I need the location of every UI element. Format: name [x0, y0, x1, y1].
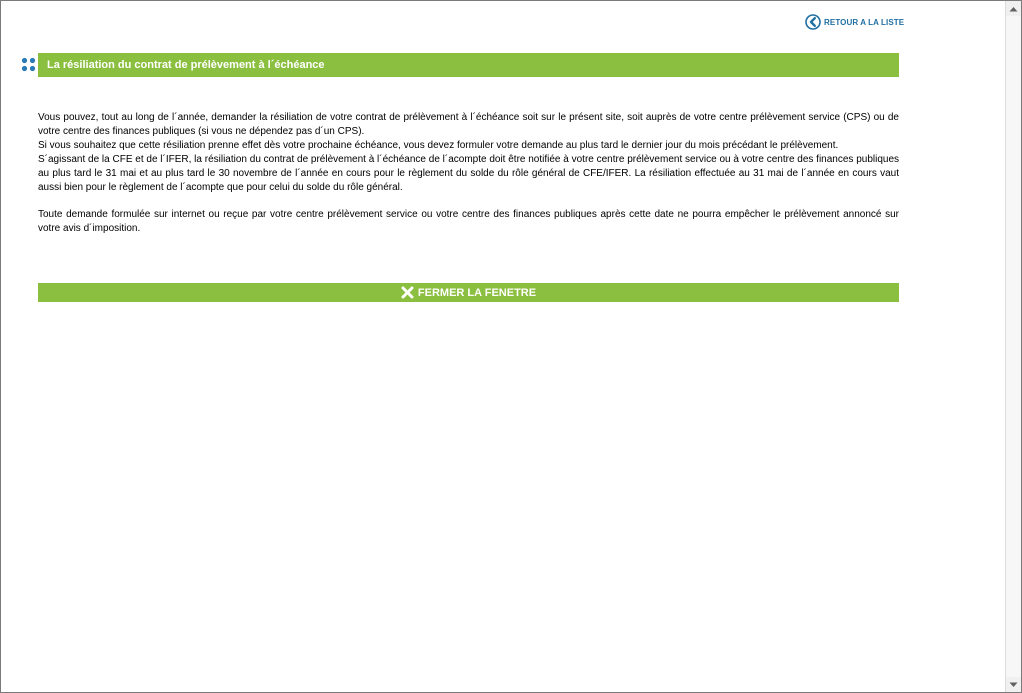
back-to-list-link[interactable]: RETOUR A LA LISTE [805, 13, 904, 31]
dots-bullet-icon [21, 57, 36, 72]
scrollbar-track[interactable] [1006, 16, 1021, 677]
paragraph: Vous pouvez, tout au long de l´année, de… [38, 112, 899, 137]
scroll-down-button[interactable] [1006, 677, 1021, 692]
body-text: Vous pouvez, tout au long de l´année, de… [38, 111, 899, 236]
close-x-icon [401, 286, 414, 299]
window-frame: RETOUR A LA LISTE La résiliation du cont… [0, 0, 1022, 693]
close-window-label: FERMER LA FENETRE [417, 286, 537, 299]
page-content: RETOUR A LA LISTE La résiliation du cont… [1, 1, 1005, 692]
paragraph: S´agissant de la CFE et de l´IFER, la ré… [38, 153, 900, 193]
close-window-button[interactable]: FERMER LA FENETRE [38, 283, 899, 302]
back-to-list-label: RETOUR A LA LISTE [824, 17, 905, 27]
back-arrow-circle-icon [805, 14, 821, 30]
section-title-bar: La résiliation du contrat de prélèvement… [38, 53, 899, 77]
scroll-up-arrow-icon [1009, 6, 1018, 11]
scroll-up-button[interactable] [1006, 1, 1021, 16]
section-title: La résiliation du contrat de prélèvement… [47, 59, 325, 71]
paragraph: Toute demande formulée sur internet ou r… [38, 209, 899, 235]
vertical-scrollbar[interactable] [1005, 1, 1021, 692]
scroll-down-arrow-icon [1009, 682, 1018, 687]
section-header: La résiliation du contrat de prélèvement… [19, 53, 899, 77]
paragraph: Si vous souhaitez que cette résiliation … [38, 139, 839, 151]
